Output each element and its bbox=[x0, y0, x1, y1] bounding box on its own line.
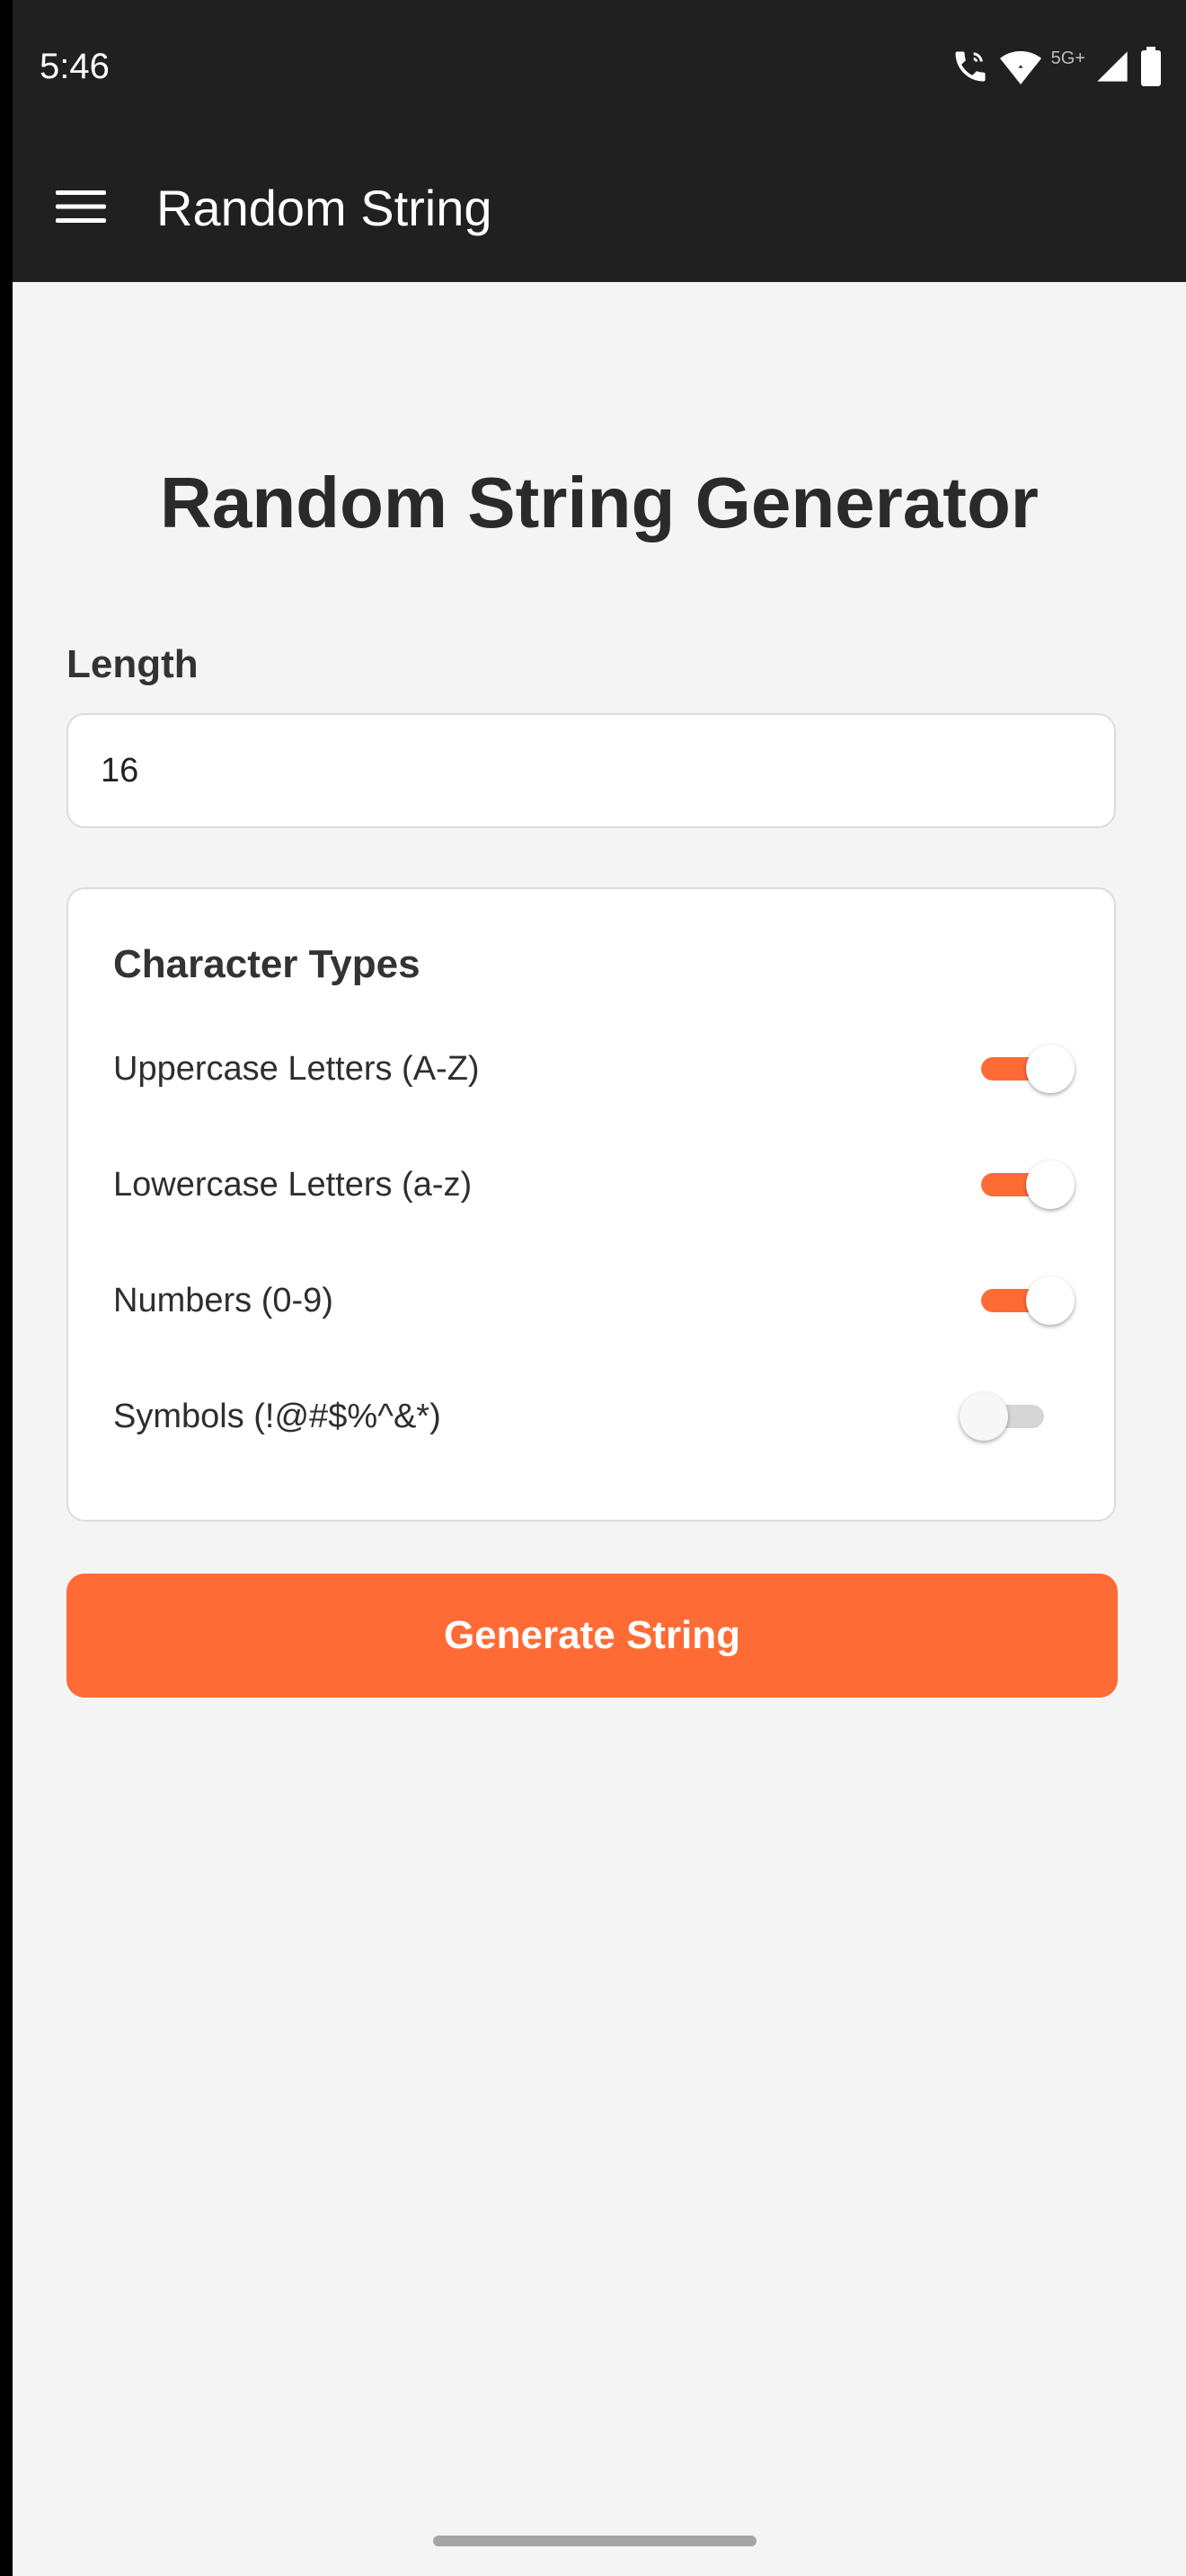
home-indicator[interactable] bbox=[433, 2536, 757, 2546]
wifi-icon bbox=[999, 47, 1042, 86]
length-input[interactable] bbox=[66, 713, 1116, 828]
character-types-title: Character Types bbox=[113, 942, 420, 986]
status-bar: 5:46 5G+ bbox=[13, 0, 1186, 135]
lowercase-toggle[interactable] bbox=[981, 1160, 1075, 1209]
option-numbers: Numbers (0-9) bbox=[113, 1265, 1075, 1337]
battery-icon bbox=[1139, 47, 1163, 86]
option-uppercase: Uppercase Letters (A-Z) bbox=[113, 1033, 1075, 1105]
status-icons: 5G+ bbox=[951, 41, 1163, 92]
length-label: Length bbox=[66, 642, 199, 686]
app-bar: Random String bbox=[13, 135, 1186, 282]
signal-icon bbox=[1094, 49, 1130, 84]
character-types-card: Character Types Uppercase Letters (A-Z) … bbox=[66, 887, 1116, 1522]
toggle-thumb bbox=[1026, 1160, 1075, 1209]
wifi-calling-icon bbox=[951, 47, 990, 86]
status-time: 5:46 bbox=[40, 47, 110, 86]
option-label: Symbols (!@#$%^&*) bbox=[113, 1398, 441, 1435]
hamburger-menu-icon bbox=[56, 187, 106, 231]
page-title: Random String Generator bbox=[160, 463, 1039, 543]
toggle-thumb bbox=[960, 1392, 1008, 1441]
menu-button[interactable] bbox=[49, 176, 113, 241]
option-label: Lowercase Letters (a-z) bbox=[113, 1166, 473, 1204]
app-bar-title: Random String bbox=[156, 180, 492, 236]
numbers-toggle[interactable] bbox=[981, 1276, 1075, 1325]
network-type: 5G+ bbox=[1050, 48, 1085, 68]
uppercase-toggle[interactable] bbox=[981, 1045, 1075, 1093]
toggle-thumb bbox=[1026, 1045, 1075, 1093]
app-screen: 5:46 5G+ Random String Random String Gen… bbox=[13, 0, 1186, 2576]
generate-string-button[interactable]: Generate String bbox=[66, 1574, 1118, 1698]
symbols-toggle[interactable] bbox=[960, 1392, 1053, 1441]
option-symbols: Symbols (!@#$%^&*) bbox=[113, 1381, 1075, 1452]
toggle-thumb bbox=[1026, 1276, 1075, 1325]
option-label: Numbers (0-9) bbox=[113, 1282, 333, 1319]
option-lowercase: Lowercase Letters (a-z) bbox=[113, 1149, 1075, 1221]
option-label: Uppercase Letters (A-Z) bbox=[113, 1050, 480, 1088]
